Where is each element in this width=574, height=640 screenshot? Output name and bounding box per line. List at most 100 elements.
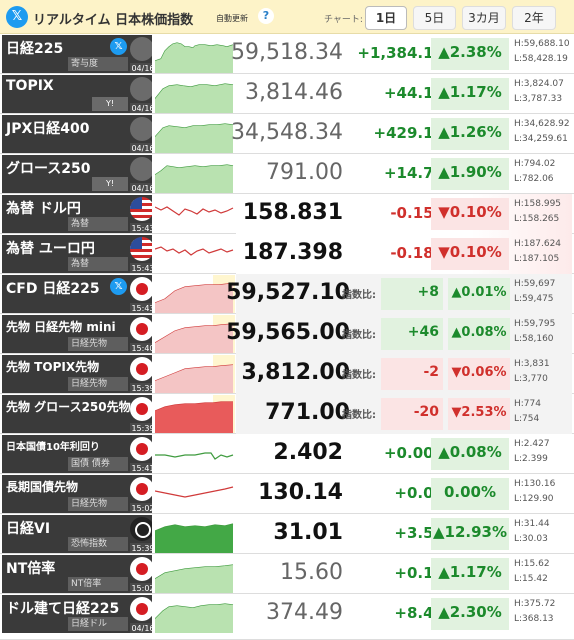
- percent-badge: ▲0.08%: [431, 438, 509, 470]
- index-icon: [130, 77, 152, 101]
- time-label: 15:43: [130, 223, 152, 233]
- sparkline-chart[interactable]: [155, 395, 235, 433]
- time-label: 04/16: [130, 103, 152, 113]
- tag-label[interactable]: 恐怖指数: [68, 537, 128, 551]
- sparkline-chart[interactable]: [155, 475, 235, 513]
- sparkline-chart[interactable]: [155, 355, 235, 393]
- sparkline-chart[interactable]: [155, 235, 235, 273]
- fx-row-usdjpy[interactable]: 為替 ドル円 為替 15:43 158.831 -0.156 ▼0.10% H:158.9…: [0, 194, 574, 234]
- price-value: 31.01: [273, 520, 343, 545]
- low-value: L:15.42: [514, 574, 548, 584]
- low-value: L:3,770: [514, 374, 548, 384]
- high-value: H:31.44: [514, 519, 550, 529]
- fx-row-eurjpy[interactable]: 為替 ユーロ円 為替 15:43 187.398 -0.181 ▼0.10% H:187.…: [0, 234, 574, 274]
- high-value: H:375.72: [514, 599, 556, 609]
- index-name: ドル建て日経225: [6, 601, 120, 617]
- tag-label[interactable]: 日経先物: [68, 377, 128, 391]
- high-value: H:158.995: [514, 199, 562, 209]
- index-ratio-label: 指数比:: [342, 410, 376, 421]
- index-row-nikkei225[interactable]: 日経225 𝕏 寄与度 04/16 59,518.34 +1,384.10 ▲2.38% H…: [0, 34, 574, 74]
- index-row-growth250[interactable]: グロース250 Y! 04/16 791.00 +14.76 ▲1.90% H:794.0…: [0, 154, 574, 194]
- high-value: H:794.02: [514, 159, 556, 169]
- low-value: L:129.90: [514, 494, 554, 504]
- index-row-usd-nikkei[interactable]: ドル建て日経225 日経ドル 04/16 374.49 +8.41 ▲2.30% H:37…: [0, 594, 574, 640]
- help-icon[interactable]: ?: [258, 8, 274, 24]
- sparkline-chart[interactable]: [155, 155, 235, 193]
- x-share-icon[interactable]: 𝕏: [6, 6, 28, 28]
- index-name: TOPIX: [6, 78, 54, 94]
- index-row-topix[interactable]: TOPIX Y! 04/16 3,814.46 +44.13 ▲1.17% H:3,824…: [0, 74, 574, 114]
- index-name: NT倍率: [6, 561, 56, 577]
- index-name: グロース250: [6, 161, 91, 177]
- time-label: 04/16: [130, 623, 152, 633]
- sparkline-chart[interactable]: [155, 595, 235, 633]
- sparkline-chart[interactable]: [155, 35, 235, 73]
- period-2y-button[interactable]: 2年: [512, 6, 556, 30]
- tag-label[interactable]: NT倍率: [68, 577, 128, 591]
- high-value: H:34,628.92: [514, 119, 570, 129]
- index-row-jpx400[interactable]: JPX日経400 04/16 34,548.34 +429.10 ▲1.26% H:34…: [0, 114, 574, 154]
- bond-row-jgb10y[interactable]: 日本国債10年利回り 国債 債券 15:41 2.402 +0.002 ▲0.08% H:…: [0, 434, 574, 474]
- futures-row-nikkei-mini[interactable]: 先物 日経先物 mini 日経先物 15:40 59,565.00 指数比: +46 ▲0…: [0, 314, 574, 354]
- tag-label[interactable]: 日経ドル: [68, 617, 128, 631]
- high-value: H:59,795: [514, 319, 556, 329]
- period-1d-button[interactable]: 1日: [365, 6, 407, 30]
- futures-row-growth250[interactable]: 先物 グロース250先物 15:39 771.00 指数比: -20 ▼2.53% H:7…: [0, 394, 574, 434]
- sparkline-chart[interactable]: [155, 515, 235, 553]
- high-value: H:774: [514, 399, 541, 409]
- japan-flag-icon: [130, 317, 152, 341]
- period-5d-button[interactable]: 5日: [413, 6, 456, 30]
- index-icon: [130, 117, 152, 141]
- sparkline-chart[interactable]: [155, 315, 235, 353]
- tag-label[interactable]: 日経先物: [68, 337, 128, 351]
- time-label: 15:02: [130, 583, 152, 593]
- low-value: L:368.13: [514, 614, 554, 624]
- high-value: H:59,697: [514, 279, 556, 289]
- sparkline-chart[interactable]: [155, 75, 235, 113]
- tag-label[interactable]: 為替: [68, 217, 128, 231]
- x-share-icon[interactable]: 𝕏: [110, 38, 127, 55]
- yahoo-link[interactable]: Y!: [92, 177, 128, 191]
- tag-label[interactable]: 国債 債券: [68, 457, 128, 471]
- index-row-nikkei-vi[interactable]: 日経VI 恐怖指数 15:39 31.01 +3.55 ▲12.93% H:31.44 L:…: [0, 514, 574, 554]
- japan-flag-icon: [130, 437, 152, 461]
- sparkline-chart[interactable]: [155, 275, 235, 313]
- sparkline-chart[interactable]: [155, 195, 235, 233]
- realtime-stock-widget: { "header":{"title":"リアルタイム 日本株価指数","aut…: [0, 0, 574, 640]
- index-row-nt-ratio[interactable]: NT倍率 NT倍率 15:02 15.60 +0.18 ▲1.17% H:15.62 L:1…: [0, 554, 574, 594]
- high-value: H:3,824.07: [514, 79, 564, 89]
- low-value: L:30.03: [514, 534, 548, 544]
- ratio-badge: +8: [381, 278, 443, 310]
- time-label: 15:39: [130, 383, 152, 393]
- tag-label[interactable]: 日経先物: [68, 497, 128, 511]
- time-label: 04/16: [130, 63, 152, 73]
- sparkline-chart[interactable]: [155, 115, 235, 153]
- bond-row-long-futures[interactable]: 長期国債先物 日経先物 15:02 130.14 +0.08 0.00% H:130.16…: [0, 474, 574, 514]
- tag-label[interactable]: 寄与度: [68, 57, 128, 71]
- percent-badge: ▲1.17%: [431, 558, 509, 590]
- us-flag-icon: [130, 237, 152, 261]
- page-title: リアルタイム 日本株価指数: [33, 13, 194, 28]
- cfd-row-nikkei225[interactable]: CFD 日経225 𝕏 15:43 59,527.10 指数比: +8 ▲0.01% H:5…: [0, 274, 574, 314]
- futures-row-topix[interactable]: 先物 TOPIX先物 日経先物 15:39 3,812.00 指数比: -2 ▼0.06%…: [0, 354, 574, 394]
- sparkline-chart[interactable]: [155, 555, 235, 593]
- high-value: H:3,831: [514, 359, 550, 369]
- period-3m-button[interactable]: 3カ月: [462, 6, 506, 30]
- tag-label[interactable]: 為替: [68, 257, 128, 271]
- x-share-icon[interactable]: 𝕏: [110, 278, 127, 295]
- price-value: 15.60: [280, 560, 343, 585]
- chart-label: チャート:: [324, 15, 363, 25]
- auto-update-label: 自動更新: [216, 14, 248, 23]
- yahoo-link[interactable]: Y!: [92, 97, 128, 111]
- price-value: 158.831: [242, 200, 343, 225]
- time-label: 15:39: [130, 423, 152, 433]
- japan-flag-icon: [130, 557, 152, 581]
- index-name: 日本国債10年利回り: [6, 442, 100, 453]
- low-value: L:782.06: [514, 174, 554, 184]
- time-label: 04/16: [130, 183, 152, 193]
- ratio-badge: +46: [381, 318, 443, 350]
- percent-badge: ▲1.26%: [431, 118, 509, 150]
- price-value: 2.402: [273, 440, 343, 465]
- time-label: 15:43: [130, 263, 152, 273]
- sparkline-chart[interactable]: [155, 435, 235, 473]
